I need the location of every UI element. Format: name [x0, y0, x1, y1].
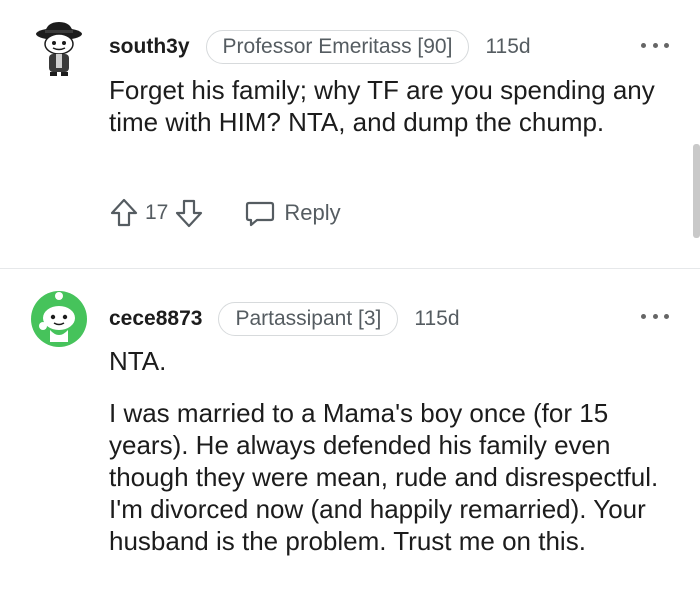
- comment-body: NTA. I was married to a Mama's boy once …: [109, 345, 669, 557]
- comment-actions: 17 Reply: [109, 197, 341, 229]
- reply-label: Reply: [284, 200, 341, 225]
- scrollbar[interactable]: [693, 144, 700, 238]
- reply-icon: [244, 198, 276, 228]
- username[interactable]: south3y: [109, 35, 190, 59]
- user-flair: Professor Emeritass [90]: [205, 30, 470, 64]
- downvote-icon[interactable]: [174, 197, 204, 229]
- more-options-icon[interactable]: [641, 43, 669, 51]
- reply-button[interactable]: Reply: [244, 198, 341, 228]
- vote-count: 17: [145, 201, 169, 224]
- comment-divider: [0, 268, 700, 269]
- user-flair: Partassipant [3]: [218, 302, 399, 336]
- comment-body: Forget his family; why TF are you spendi…: [109, 74, 669, 138]
- more-options-icon[interactable]: [641, 314, 669, 322]
- green-snoo-avatar-icon[interactable]: [30, 290, 88, 348]
- comment-meta: south3y Professor Emeritass [90] 115d: [109, 30, 531, 64]
- fedora-snoo-avatar-icon[interactable]: [30, 18, 88, 76]
- upvote-icon[interactable]: [109, 197, 139, 229]
- username[interactable]: cece8873: [109, 307, 202, 331]
- comment-paragraph: I was married to a Mama's boy once (for …: [109, 398, 659, 556]
- comment-age: 115d: [485, 35, 531, 58]
- comment-age: 115d: [414, 307, 460, 330]
- comment-paragraph: Forget his family; why TF are you spendi…: [109, 75, 655, 137]
- comment-meta: cece8873 Partassipant [3] 115d: [109, 302, 460, 336]
- comment-paragraph: NTA.: [109, 346, 167, 376]
